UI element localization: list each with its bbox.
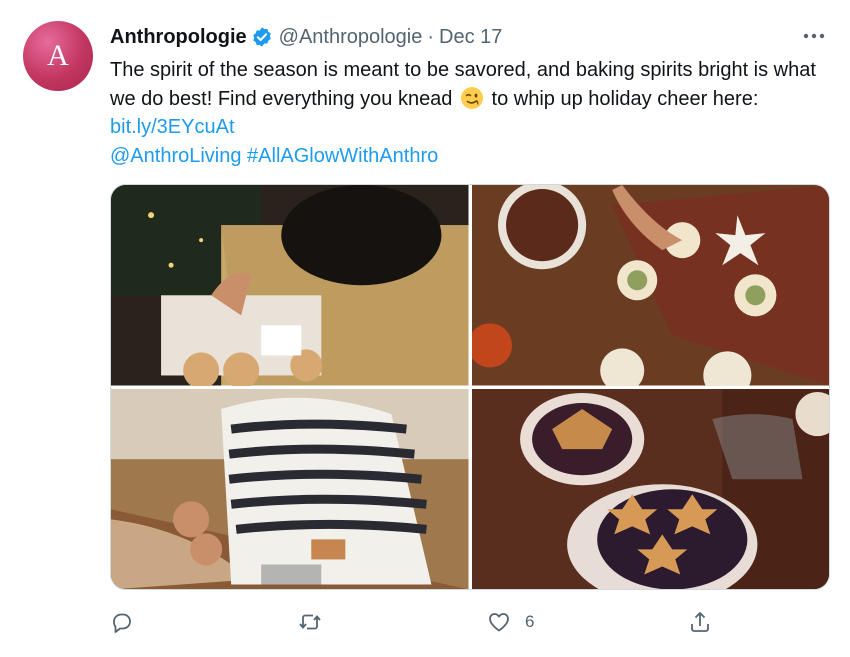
tweet-date[interactable]: Dec 17 bbox=[439, 26, 502, 49]
tweet-header: Anthropologie @Anthropologie · Dec 17 bbox=[110, 24, 502, 50]
author-handle[interactable]: @Anthropologie bbox=[279, 26, 423, 49]
reply-button[interactable] bbox=[110, 607, 134, 637]
photo-star-pies bbox=[471, 388, 829, 589]
avatar[interactable]: A bbox=[23, 21, 93, 91]
verified-badge-icon bbox=[252, 27, 271, 47]
mention-link[interactable]: @AnthroLiving bbox=[110, 145, 241, 167]
reply-icon bbox=[113, 613, 131, 633]
tweet-text: The spirit of the season is meant to be … bbox=[110, 56, 830, 170]
like-count: 6 bbox=[525, 612, 535, 631]
media-grid bbox=[110, 184, 830, 590]
photo-child-cutting-dough bbox=[111, 388, 469, 589]
media-photo-1[interactable] bbox=[111, 185, 469, 386]
separator-dot: · bbox=[427, 25, 435, 48]
tweet-text-part2: to whip up holiday cheer here: bbox=[486, 87, 759, 110]
author-name[interactable]: Anthropologie bbox=[110, 26, 247, 49]
hashtag-link[interactable]: #AllAGlowWithAnthro bbox=[247, 145, 438, 167]
tweet-actions: 6 bbox=[110, 607, 715, 637]
share-button[interactable] bbox=[688, 607, 712, 637]
photo-cookies-on-rack bbox=[471, 185, 829, 386]
winking-face-icon bbox=[461, 86, 483, 109]
retweet-icon bbox=[299, 614, 321, 630]
retweet-button[interactable] bbox=[298, 607, 322, 637]
media-photo-3[interactable] bbox=[111, 388, 469, 589]
tweet-link[interactable]: bit.ly/3EYcuAt bbox=[110, 116, 235, 138]
more-options-button[interactable] bbox=[800, 24, 828, 48]
more-horizontal-icon bbox=[803, 33, 825, 39]
tweet[interactable]: A Anthropologie @Anthropologie · Dec 17 … bbox=[0, 0, 850, 657]
heart-icon bbox=[489, 613, 509, 632]
like-button[interactable]: 6 bbox=[487, 607, 534, 637]
media-photo-2[interactable] bbox=[471, 185, 829, 386]
photo-child-decorating-cookies bbox=[111, 185, 469, 386]
media-photo-4[interactable] bbox=[471, 388, 829, 589]
avatar-letter: A bbox=[47, 39, 69, 72]
share-icon bbox=[691, 612, 709, 632]
